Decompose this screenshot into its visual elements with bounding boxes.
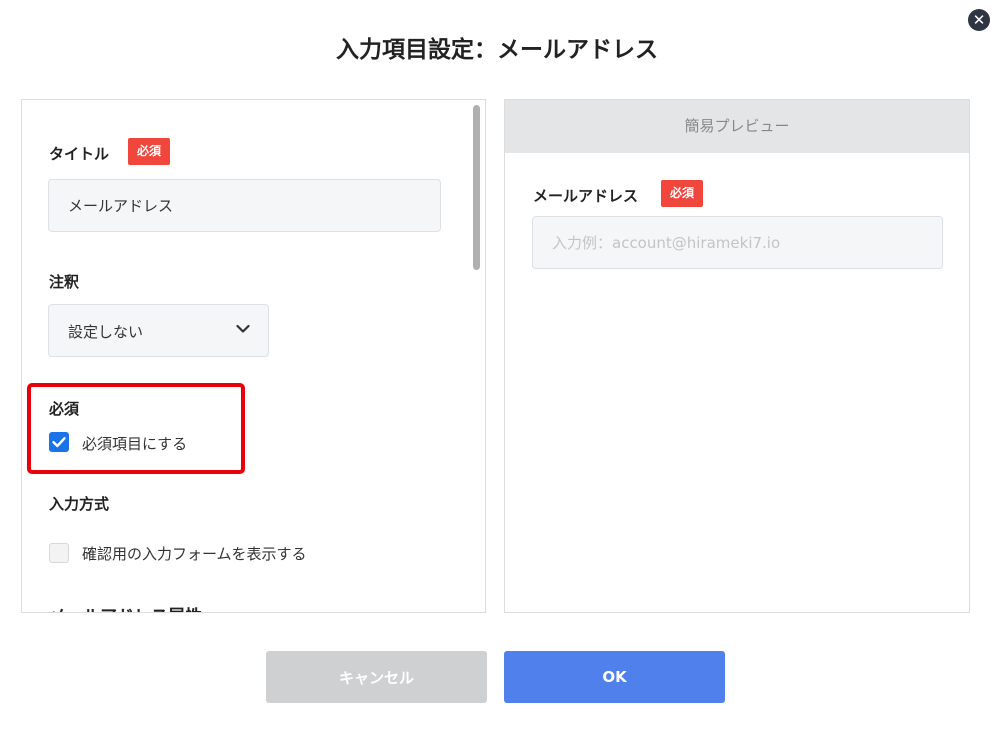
email-attribute-label: メールアドレス属性: [49, 602, 202, 612]
modal-title: 入力項目設定：メールアドレス: [336, 37, 658, 63]
title-field-label: タイトル: [49, 145, 110, 163]
ok-button[interactable]: OK: [504, 651, 725, 703]
preview-email-input[interactable]: [532, 216, 943, 269]
preview-header: 簡易プレビュー: [505, 100, 969, 153]
cancel-button[interactable]: キャンセル: [266, 651, 487, 703]
confirm-form-checkbox-label[interactable]: 確認用の入力フォームを表示する: [82, 543, 307, 564]
preview-field-label: メールアドレス: [533, 187, 639, 205]
note-select-value: 設定しない: [68, 323, 144, 341]
input-method-label: 入力方式: [49, 495, 110, 513]
required-checkbox-label[interactable]: 必須項目にする: [82, 433, 187, 454]
required-field-label: 必須: [49, 400, 80, 418]
input-settings-modal: ✕ 入力項目設定：メールアドレス タイトル 必須 注釈 設定しない 必須 必須項…: [0, 0, 1004, 730]
required-checkbox[interactable]: [49, 432, 69, 452]
preview-required-badge: 必須: [661, 180, 704, 207]
note-select[interactable]: 設定しない: [48, 304, 269, 357]
note-field-label: 注釈: [49, 273, 80, 291]
highlight-annotation: [27, 383, 245, 474]
preview-panel: 簡易プレビュー メールアドレス 必須: [504, 99, 970, 613]
title-input[interactable]: [48, 179, 441, 232]
settings-panel: タイトル 必須 注釈 設定しない 必須 必須項目にする 入力方式 確認用の入力フ…: [21, 99, 486, 613]
chevron-down-icon: [236, 324, 250, 333]
close-icon[interactable]: ✕: [968, 9, 990, 31]
check-icon: [52, 437, 66, 448]
required-badge: 必須: [128, 138, 171, 165]
scrollbar-thumb[interactable]: [473, 105, 480, 270]
confirm-form-checkbox[interactable]: [49, 543, 69, 563]
